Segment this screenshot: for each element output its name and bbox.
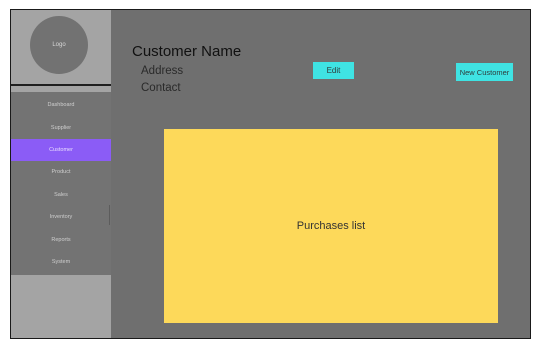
sidebar-item-label: Customer (49, 146, 73, 153)
sidebar-edge-marker (109, 205, 110, 225)
sidebar-item-label: Inventory (49, 214, 73, 221)
sidebar-item-label: Sales (54, 191, 68, 198)
customer-address: Address (141, 65, 184, 77)
sidebar-footer (11, 275, 111, 338)
sidebar-item-sales[interactable]: Sales (11, 184, 111, 206)
logo-label: Logo (52, 42, 66, 48)
sidebar-item-inventory[interactable]: Inventory (11, 206, 111, 228)
customer-name: Customer Name (132, 43, 242, 60)
new-customer-button[interactable]: New Customer (456, 63, 513, 81)
sidebar-header: Logo (11, 10, 111, 84)
customer-contact: Contact (141, 82, 181, 94)
sidebar-item-customer[interactable]: Customer (11, 138, 111, 162)
sidebar-item-reports[interactable]: Reports (11, 228, 111, 250)
edit-button[interactable]: Edit (313, 62, 354, 79)
sidebar-item-label: Reports (51, 236, 71, 243)
purchases-list: Purchases list (164, 129, 498, 323)
sidebar: Logo Dashboard Supplier Customer Product… (11, 10, 111, 338)
sidebar-item-label: Dashboard (47, 102, 75, 109)
sidebar-item-label: System (51, 258, 71, 265)
sidebar-item-supplier[interactable]: Supplier (11, 116, 111, 138)
logo: Logo (30, 16, 88, 74)
sidebar-item-product[interactable]: Product (11, 161, 111, 183)
sidebar-item-system[interactable]: System (11, 251, 111, 273)
sidebar-nav: Dashboard Supplier Customer Product Sale… (11, 94, 111, 273)
purchases-list-label: Purchases list (296, 220, 366, 232)
sidebar-item-dashboard[interactable]: Dashboard (11, 94, 111, 116)
sidebar-strip (11, 86, 111, 92)
app-frame: Logo Dashboard Supplier Customer Product… (10, 9, 531, 339)
sidebar-item-label: Supplier (50, 124, 72, 131)
sidebar-item-label: Product (51, 169, 71, 176)
